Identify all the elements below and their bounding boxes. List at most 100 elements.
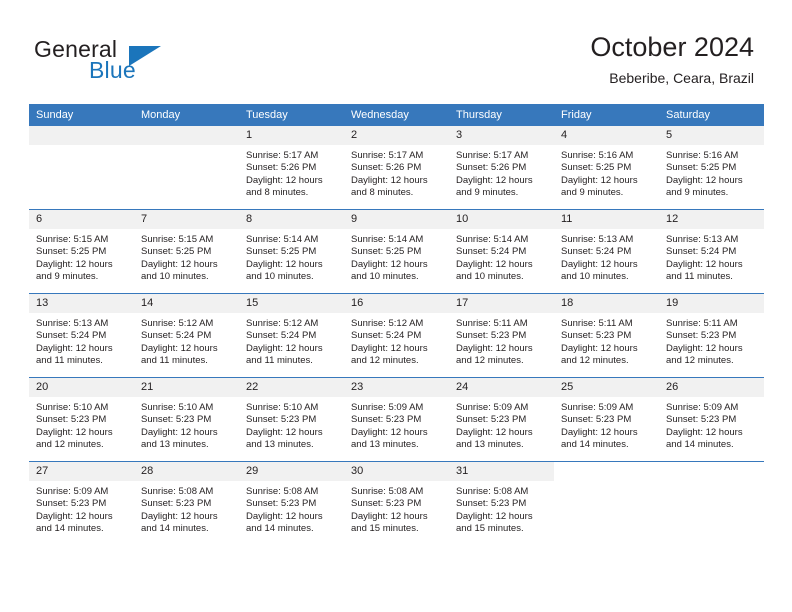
sunrise-text: Sunrise: 5:16 AM — [666, 150, 739, 161]
general-blue-logo: General Blue — [34, 36, 254, 88]
daylight-text: Daylight: 12 hours and 8 minutes. — [351, 174, 428, 199]
sunset-text: Sunset: 5:23 PM — [561, 330, 632, 342]
sunrise-text: Sunrise: 5:11 AM — [456, 318, 528, 329]
daylight-text: Daylight: 12 hours and 12 minutes. — [666, 342, 743, 367]
calendar-day-cell[interactable]: 20 Sunrise: 5:10 AM Sunset: 5:23 PM Dayligh… — [29, 377, 134, 462]
calendar-day-cell[interactable]: 28 Sunrise: 5:08 AM Sunset: 5:23 PM Dayligh… — [134, 461, 239, 545]
calendar-day-cell[interactable]: 22 Sunrise: 5:10 AM Sunset: 5:23 PM Dayligh… — [239, 377, 344, 462]
sunrise-text: Sunrise: 5:11 AM — [561, 318, 633, 329]
calendar-day-cell[interactable]: 8 Sunrise: 5:14 AM Sunset: 5:25 PM Daylight… — [239, 209, 344, 294]
calendar-day-cell[interactable]: 27 Sunrise: 5:09 AM Sunset: 5:23 PM Dayligh… — [29, 461, 134, 545]
calendar-day-cell[interactable]: 4 Sunrise: 5:16 AM Sunset: 5:25 PM Daylight… — [554, 126, 659, 210]
sunrise-text: Sunrise: 5:14 AM — [351, 234, 424, 245]
calendar-day-cell[interactable]: 30 Sunrise: 5:08 AM Sunset: 5:23 PM Dayligh… — [344, 461, 449, 545]
calendar-day-cell[interactable] — [554, 461, 659, 545]
day-number: 10 — [449, 210, 554, 229]
day-sun-info: Sunrise: 5:16 AM Sunset: 5:25 PM Daylight:… — [659, 145, 764, 200]
calendar-day-cell[interactable]: 16 Sunrise: 5:12 AM Sunset: 5:24 PM Dayligh… — [344, 293, 449, 378]
day-number: 22 — [239, 378, 344, 397]
day-number: 20 — [29, 378, 134, 397]
daylight-text: Daylight: 12 hours and 12 minutes. — [456, 342, 533, 367]
calendar-day-cell[interactable]: 11 Sunrise: 5:13 AM Sunset: 5:24 PM Dayligh… — [554, 209, 659, 294]
sunset-text: Sunset: 5:25 PM — [561, 162, 632, 174]
day-number: 24 — [449, 378, 554, 397]
calendar-day-cell[interactable]: 7 Sunrise: 5:15 AM Sunset: 5:25 PM Daylight… — [134, 209, 239, 294]
calendar-day-cell[interactable]: 31 Sunrise: 5:08 AM Sunset: 5:23 PM Dayligh… — [449, 461, 554, 545]
calendar-day-cell[interactable]: 10 Sunrise: 5:14 AM Sunset: 5:24 PM Dayligh… — [449, 209, 554, 294]
calendar-day-cell[interactable]: 18 Sunrise: 5:11 AM Sunset: 5:23 PM Dayligh… — [554, 293, 659, 378]
day-sun-info: Sunrise: 5:09 AM Sunset: 5:23 PM Daylight:… — [29, 481, 134, 536]
day-number: 7 — [134, 210, 239, 229]
day-number: 9 — [344, 210, 449, 229]
calendar-day-cell[interactable]: 3 Sunrise: 5:17 AM Sunset: 5:26 PM Daylight… — [449, 126, 554, 210]
daylight-text: Daylight: 12 hours and 9 minutes. — [561, 174, 638, 199]
sunset-text: Sunset: 5:25 PM — [351, 246, 422, 258]
sunset-text: Sunset: 5:23 PM — [456, 330, 527, 342]
calendar-day-cell[interactable]: 9 Sunrise: 5:14 AM Sunset: 5:25 PM Daylight… — [344, 209, 449, 294]
day-number — [659, 462, 764, 481]
calendar-day-cell[interactable]: 14 Sunrise: 5:12 AM Sunset: 5:24 PM Dayligh… — [134, 293, 239, 378]
title-block: October 2024 Beberibe, Ceara, Brazil — [590, 30, 754, 88]
sunset-text: Sunset: 5:26 PM — [351, 162, 422, 174]
calendar-day-cell[interactable]: 12 Sunrise: 5:13 AM Sunset: 5:24 PM Dayligh… — [659, 209, 764, 294]
calendar-day-cell[interactable]: 25 Sunrise: 5:09 AM Sunset: 5:23 PM Dayligh… — [554, 377, 659, 462]
day-number: 30 — [344, 462, 449, 481]
day-sun-info: Sunrise: 5:16 AM Sunset: 5:25 PM Daylight:… — [554, 145, 659, 200]
daylight-text: Daylight: 12 hours and 11 minutes. — [666, 258, 743, 283]
calendar-day-cell[interactable]: 15 Sunrise: 5:12 AM Sunset: 5:24 PM Dayligh… — [239, 293, 344, 378]
sunset-text: Sunset: 5:24 PM — [36, 330, 107, 342]
sunrise-text: Sunrise: 5:16 AM — [561, 150, 634, 161]
sunset-text: Sunset: 5:23 PM — [456, 414, 527, 426]
calendar-day-cell[interactable]: 21 Sunrise: 5:10 AM Sunset: 5:23 PM Dayligh… — [134, 377, 239, 462]
sunset-text: Sunset: 5:23 PM — [141, 498, 212, 510]
calendar-day-cell[interactable]: 5 Sunrise: 5:16 AM Sunset: 5:25 PM Daylight… — [659, 126, 764, 210]
day-number — [29, 126, 134, 145]
sunrise-text: Sunrise: 5:11 AM — [666, 318, 738, 329]
day-number: 29 — [239, 462, 344, 481]
daylight-text: Daylight: 12 hours and 13 minutes. — [141, 426, 218, 451]
daylight-text: Daylight: 12 hours and 14 minutes. — [246, 510, 323, 535]
day-sun-info: Sunrise: 5:09 AM Sunset: 5:23 PM Daylight:… — [554, 397, 659, 452]
sunrise-text: Sunrise: 5:09 AM — [456, 402, 529, 413]
sunset-text: Sunset: 5:23 PM — [246, 414, 317, 426]
day-number: 6 — [29, 210, 134, 229]
calendar-body: 1 Sunrise: 5:17 AM Sunset: 5:26 PM Daylight… — [29, 126, 764, 545]
daylight-text: Daylight: 12 hours and 14 minutes. — [141, 510, 218, 535]
daylight-text: Daylight: 12 hours and 10 minutes. — [456, 258, 533, 283]
calendar-day-cell[interactable]: 2 Sunrise: 5:17 AM Sunset: 5:26 PM Daylight… — [344, 126, 449, 210]
calendar-day-cell[interactable]: 23 Sunrise: 5:09 AM Sunset: 5:23 PM Dayligh… — [344, 377, 449, 462]
sunrise-text: Sunrise: 5:08 AM — [456, 486, 529, 497]
sunset-text: Sunset: 5:24 PM — [666, 246, 737, 258]
day-number: 21 — [134, 378, 239, 397]
calendar-day-cell[interactable] — [134, 126, 239, 210]
sunrise-text: Sunrise: 5:17 AM — [246, 150, 319, 161]
calendar-day-cell[interactable]: 19 Sunrise: 5:11 AM Sunset: 5:23 PM Dayligh… — [659, 293, 764, 378]
daylight-text: Daylight: 12 hours and 14 minutes. — [666, 426, 743, 451]
calendar-day-cell[interactable] — [29, 126, 134, 210]
calendar-day-cell[interactable]: 6 Sunrise: 5:15 AM Sunset: 5:25 PM Daylight… — [29, 209, 134, 294]
weekday-header-thursday: Thursday — [449, 104, 554, 126]
sunset-text: Sunset: 5:24 PM — [141, 330, 212, 342]
weekday-header-wednesday: Wednesday — [344, 104, 449, 126]
sunrise-text: Sunrise: 5:12 AM — [141, 318, 214, 329]
day-number: 14 — [134, 294, 239, 313]
calendar-day-cell[interactable]: 17 Sunrise: 5:11 AM Sunset: 5:23 PM Dayligh… — [449, 293, 554, 378]
day-sun-info: Sunrise: 5:08 AM Sunset: 5:23 PM Daylight:… — [134, 481, 239, 536]
calendar-day-cell[interactable]: 1 Sunrise: 5:17 AM Sunset: 5:26 PM Daylight… — [239, 126, 344, 210]
calendar-day-cell[interactable]: 13 Sunrise: 5:13 AM Sunset: 5:24 PM Dayligh… — [29, 293, 134, 378]
sunrise-text: Sunrise: 5:10 AM — [36, 402, 109, 413]
sunrise-text: Sunrise: 5:09 AM — [351, 402, 424, 413]
weekday-header-friday: Friday — [554, 104, 659, 126]
day-sun-info: Sunrise: 5:08 AM Sunset: 5:23 PM Daylight:… — [449, 481, 554, 536]
calendar-day-cell[interactable]: 26 Sunrise: 5:09 AM Sunset: 5:23 PM Dayligh… — [659, 377, 764, 462]
calendar-day-cell[interactable]: 24 Sunrise: 5:09 AM Sunset: 5:23 PM Dayligh… — [449, 377, 554, 462]
daylight-text: Daylight: 12 hours and 11 minutes. — [141, 342, 218, 367]
day-number: 27 — [29, 462, 134, 481]
calendar-day-cell[interactable]: 29 Sunrise: 5:08 AM Sunset: 5:23 PM Dayligh… — [239, 461, 344, 545]
sunset-text: Sunset: 5:26 PM — [456, 162, 527, 174]
daylight-text: Daylight: 12 hours and 13 minutes. — [351, 426, 428, 451]
calendar-table: Sunday Monday Tuesday Wednesday Thursday… — [29, 104, 764, 545]
daylight-text: Daylight: 12 hours and 14 minutes. — [561, 426, 638, 451]
calendar-day-cell[interactable] — [659, 461, 764, 545]
sunrise-text: Sunrise: 5:12 AM — [246, 318, 319, 329]
